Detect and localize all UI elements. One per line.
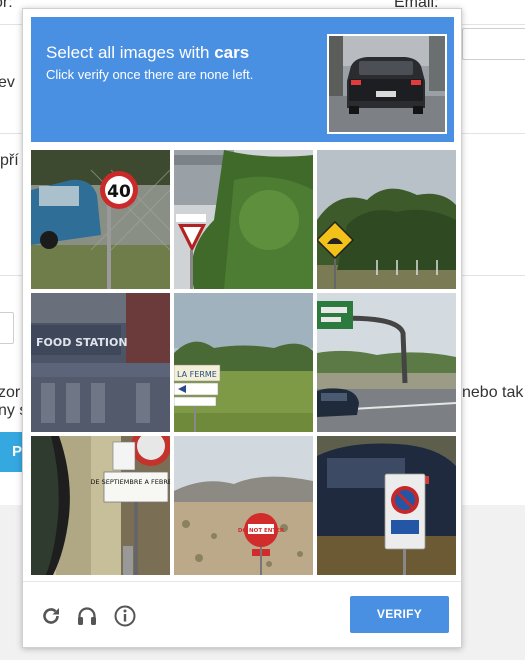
image-tile[interactable] xyxy=(174,150,313,289)
bg-label-top-left: or: xyxy=(0,0,13,11)
bg-label-zor: zor xyxy=(0,384,21,401)
image-tile[interactable] xyxy=(317,436,456,575)
image-tile[interactable]: 40 xyxy=(31,150,170,289)
image-tile[interactable]: DO NOT ENTER xyxy=(174,436,313,575)
image-tile[interactable] xyxy=(317,293,456,432)
tile-8-sign-text: DO NOT ENTER xyxy=(238,528,285,534)
reload-icon[interactable] xyxy=(39,604,63,628)
bg-label-nebo: nebo tak xyxy=(462,384,524,401)
tile-1-sign-text: 40 xyxy=(107,182,131,202)
bg-submit-label: P xyxy=(12,443,23,460)
audio-icon[interactable] xyxy=(75,604,99,628)
captcha-instruction-sub: Click verify once there are none left. xyxy=(46,67,254,82)
image-tile[interactable]: FOOD STATION xyxy=(31,293,170,432)
tile-7-sign-text: DE SEPTIEMBRE A FEBRERO xyxy=(90,478,170,486)
sample-car-image xyxy=(327,34,447,134)
tile-4-sign-text: FOOD STATION xyxy=(36,336,128,349)
bg-field[interactable] xyxy=(0,312,14,344)
image-tile[interactable] xyxy=(317,150,456,289)
bg-label-name: ev xyxy=(0,74,15,91)
bg-email-input[interactable] xyxy=(462,28,525,60)
verify-button[interactable]: VERIFY xyxy=(350,596,449,633)
info-icon[interactable] xyxy=(113,604,137,628)
image-tile[interactable]: DE SEPTIEMBRE A FEBRERO xyxy=(31,436,170,575)
instruction-target: cars xyxy=(214,43,250,62)
image-grid: 40 FOOD STATION LA FERME DE SEPTIEMBRE A… xyxy=(31,150,457,575)
tile-5-sign-text: LA FERME xyxy=(177,370,217,379)
instruction-prefix: Select all images with xyxy=(46,43,215,62)
captcha-footer: VERIFY xyxy=(23,581,461,648)
captcha-header: Select all images with cars Click verify… xyxy=(31,17,454,142)
captcha-challenge: Select all images with cars Click verify… xyxy=(22,8,462,648)
captcha-instruction: Select all images with cars xyxy=(46,42,249,64)
image-tile[interactable]: LA FERME xyxy=(174,293,313,432)
bg-label-pri: pří xyxy=(0,152,19,169)
